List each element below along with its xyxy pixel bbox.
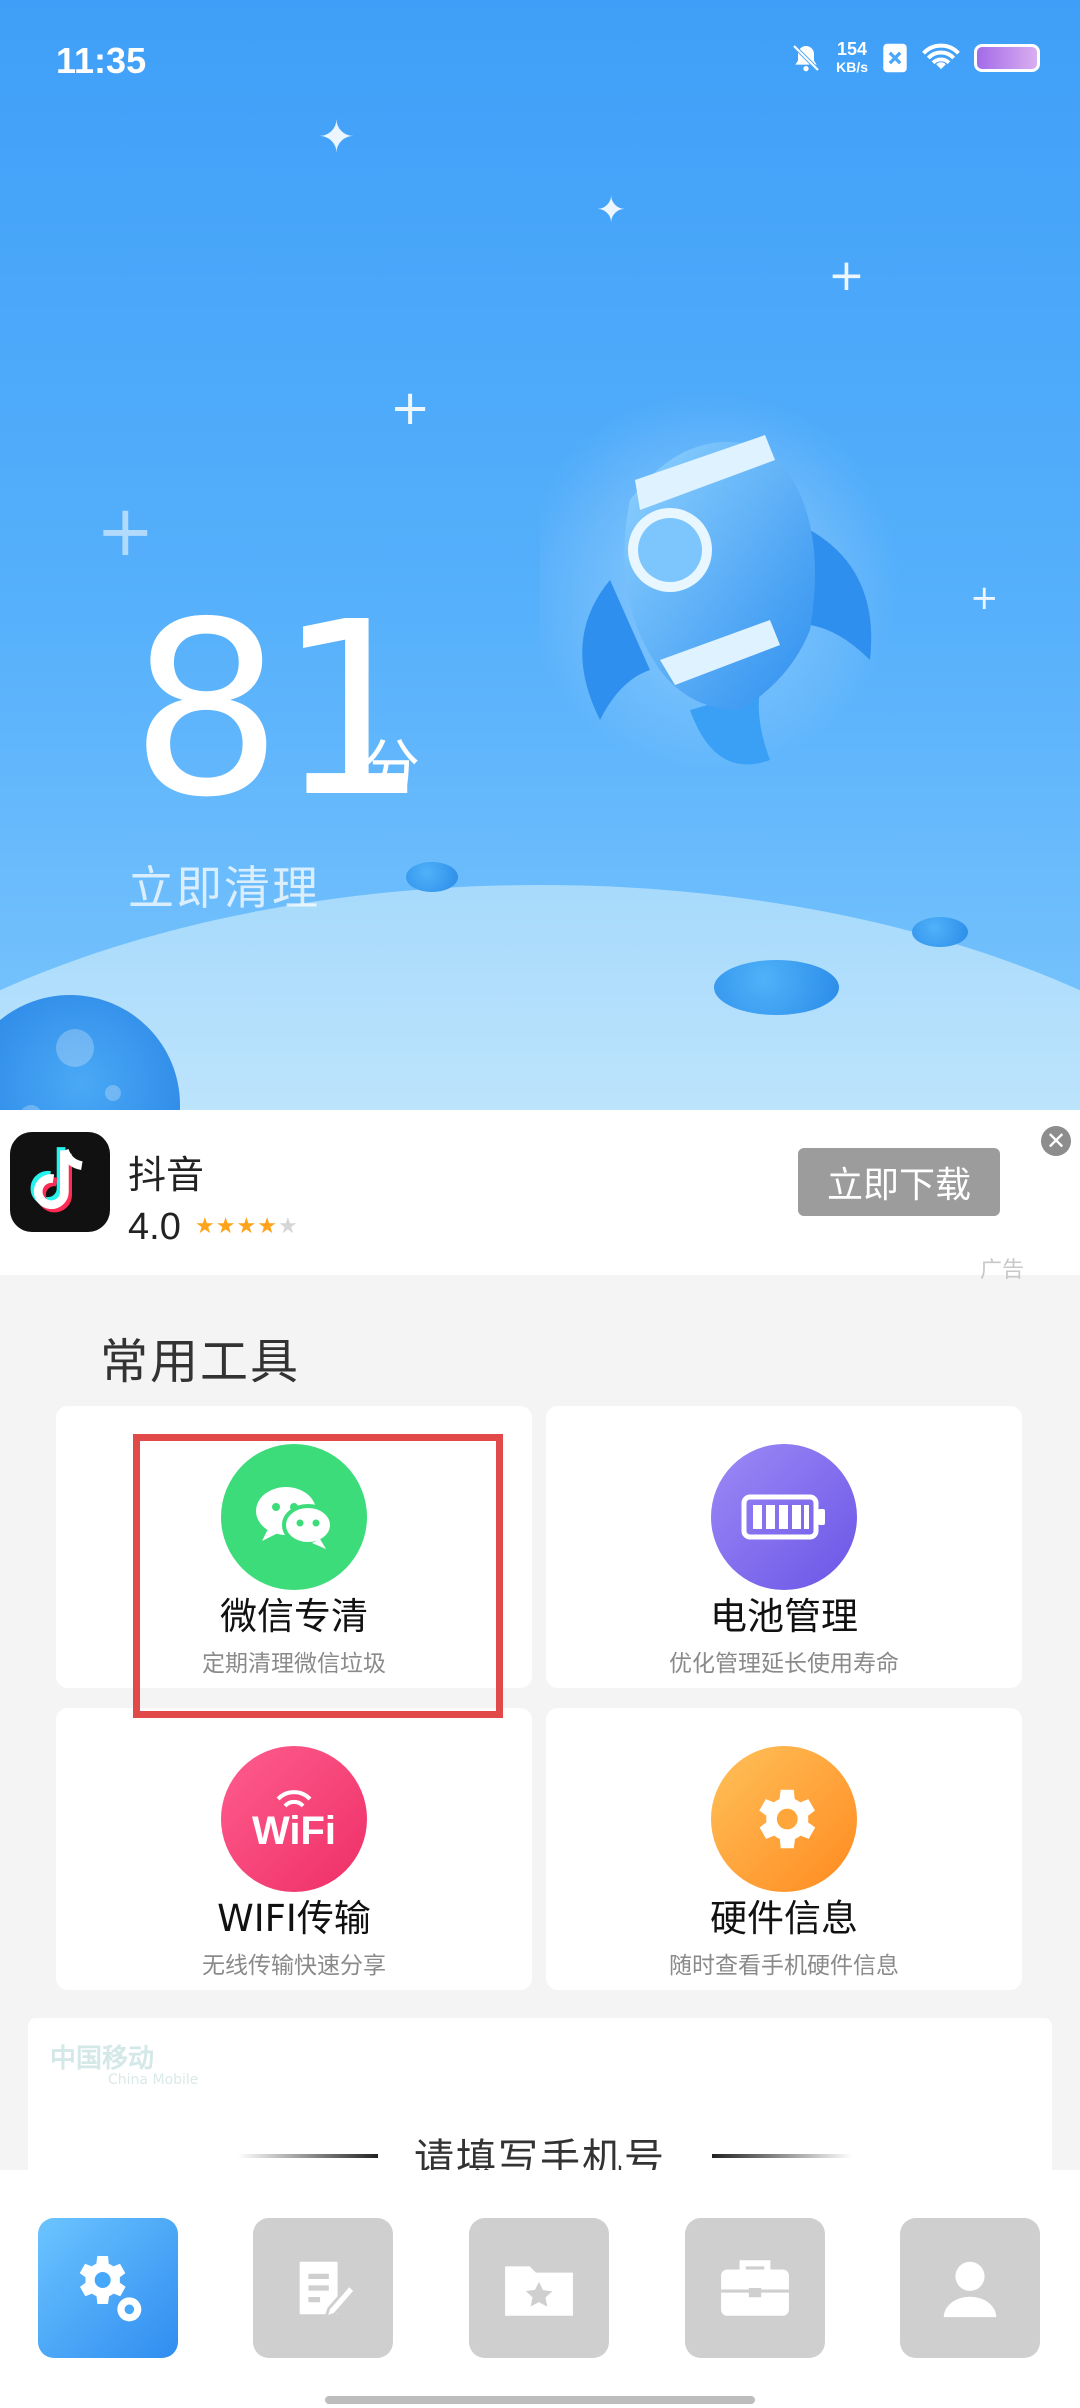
wifi-icon bbox=[922, 43, 960, 70]
gear-icon bbox=[711, 1746, 857, 1892]
status-icons: 154 KB/s bbox=[790, 40, 1040, 76]
star-icon: ★ bbox=[215, 1214, 237, 1239]
music-note-icon bbox=[30, 1147, 83, 1213]
score-unit: 分 bbox=[362, 733, 421, 801]
nav-item-files[interactable] bbox=[469, 2218, 609, 2358]
net-speed-value: 154 bbox=[837, 39, 868, 59]
ad-tag: 广告 bbox=[980, 1258, 1025, 1283]
status-bar: 11:35 154 KB/s bbox=[0, 0, 1080, 120]
tool-card-hardware-info[interactable]: 硬件信息 随时查看手机硬件信息 bbox=[546, 1708, 1022, 1990]
tool-subtitle: 优化管理延长使用寿命 bbox=[669, 1651, 899, 1677]
gear-icon bbox=[79, 2256, 142, 2322]
rocket-illustration bbox=[540, 390, 900, 770]
sparkle-icon: + bbox=[970, 578, 999, 618]
bell-muted-icon bbox=[792, 44, 820, 72]
note-icon bbox=[299, 2261, 358, 2320]
nav-item-toolbox[interactable] bbox=[685, 2218, 825, 2358]
close-icon[interactable]: ✕ bbox=[1041, 1126, 1071, 1156]
user-icon bbox=[943, 2261, 997, 2318]
tool-subtitle: 无线传输快速分享 bbox=[202, 1953, 386, 1979]
sim-x-icon bbox=[883, 43, 907, 73]
net-speed: 154 KB/s bbox=[836, 40, 868, 76]
star-icon: ★ bbox=[236, 1214, 258, 1239]
net-speed-unit: KB/s bbox=[836, 59, 868, 75]
star-icon: ★ bbox=[195, 1214, 216, 1239]
battery-icon bbox=[974, 44, 1040, 72]
tool-title: 电池管理 bbox=[710, 1595, 858, 1638]
crater bbox=[912, 917, 968, 947]
sparkle-icon: + bbox=[390, 380, 431, 436]
tool-title: 硬件信息 bbox=[710, 1897, 858, 1940]
battery-manage-icon bbox=[711, 1444, 857, 1590]
section-title: 常用工具 bbox=[100, 1334, 301, 1390]
tool-subtitle: 随时查看手机硬件信息 bbox=[669, 1953, 899, 1979]
crater bbox=[406, 862, 458, 892]
ad-app-name: 抖音 bbox=[128, 1153, 205, 1197]
clean-now-button[interactable]: 立即清理 bbox=[128, 852, 320, 918]
sparkle-icon: + bbox=[96, 490, 155, 572]
selection-highlight bbox=[133, 1434, 503, 1718]
tool-card-wifi-transfer[interactable]: WiFi WIFI传输 无线传输快速分享 bbox=[56, 1708, 532, 1990]
crater bbox=[714, 960, 839, 1015]
briefcase-icon bbox=[721, 2260, 789, 2316]
nav-item-tools[interactable] bbox=[38, 2218, 178, 2358]
tool-title: WIFI传输 bbox=[217, 1897, 371, 1940]
china-mobile-logo: 中国移动 bbox=[50, 2044, 155, 2074]
wifi-badge-text: WiFi bbox=[251, 1809, 337, 1853]
sparkle-icon: ✦ bbox=[596, 190, 627, 231]
folder-star-icon bbox=[505, 2266, 573, 2316]
download-button[interactable]: 立即下载 bbox=[798, 1148, 1000, 1216]
ad-banner[interactable]: 抖音 4.0 ★★★★★ 立即下载 ✕ 广告 bbox=[0, 1110, 1080, 1283]
douyin-app-icon[interactable] bbox=[10, 1132, 110, 1232]
tool-card-battery[interactable]: 电池管理 优化管理延长使用寿命 bbox=[546, 1406, 1022, 1688]
sparkle-icon: + bbox=[828, 250, 865, 301]
star-icon: ★ bbox=[257, 1214, 278, 1239]
divider bbox=[712, 2154, 852, 2158]
nav-item-notes[interactable] bbox=[253, 2218, 393, 2358]
china-mobile-sub: China Mobile bbox=[108, 2072, 199, 2088]
rating-stars: ★★★★★ bbox=[195, 1214, 299, 1239]
ad-rating: 4.0 bbox=[128, 1206, 181, 1248]
nav-item-profile[interactable] bbox=[900, 2218, 1040, 2358]
home-indicator[interactable] bbox=[325, 2396, 755, 2404]
star-icon: ★ bbox=[277, 1214, 299, 1239]
status-time: 11:35 bbox=[56, 40, 147, 81]
hero-banner: ✦ ✦ + + + + 81 分 立即清理 bbox=[0, 0, 1080, 1110]
bottom-nav bbox=[0, 2170, 1080, 2408]
wifi-badge-icon: WiFi bbox=[221, 1746, 367, 1892]
